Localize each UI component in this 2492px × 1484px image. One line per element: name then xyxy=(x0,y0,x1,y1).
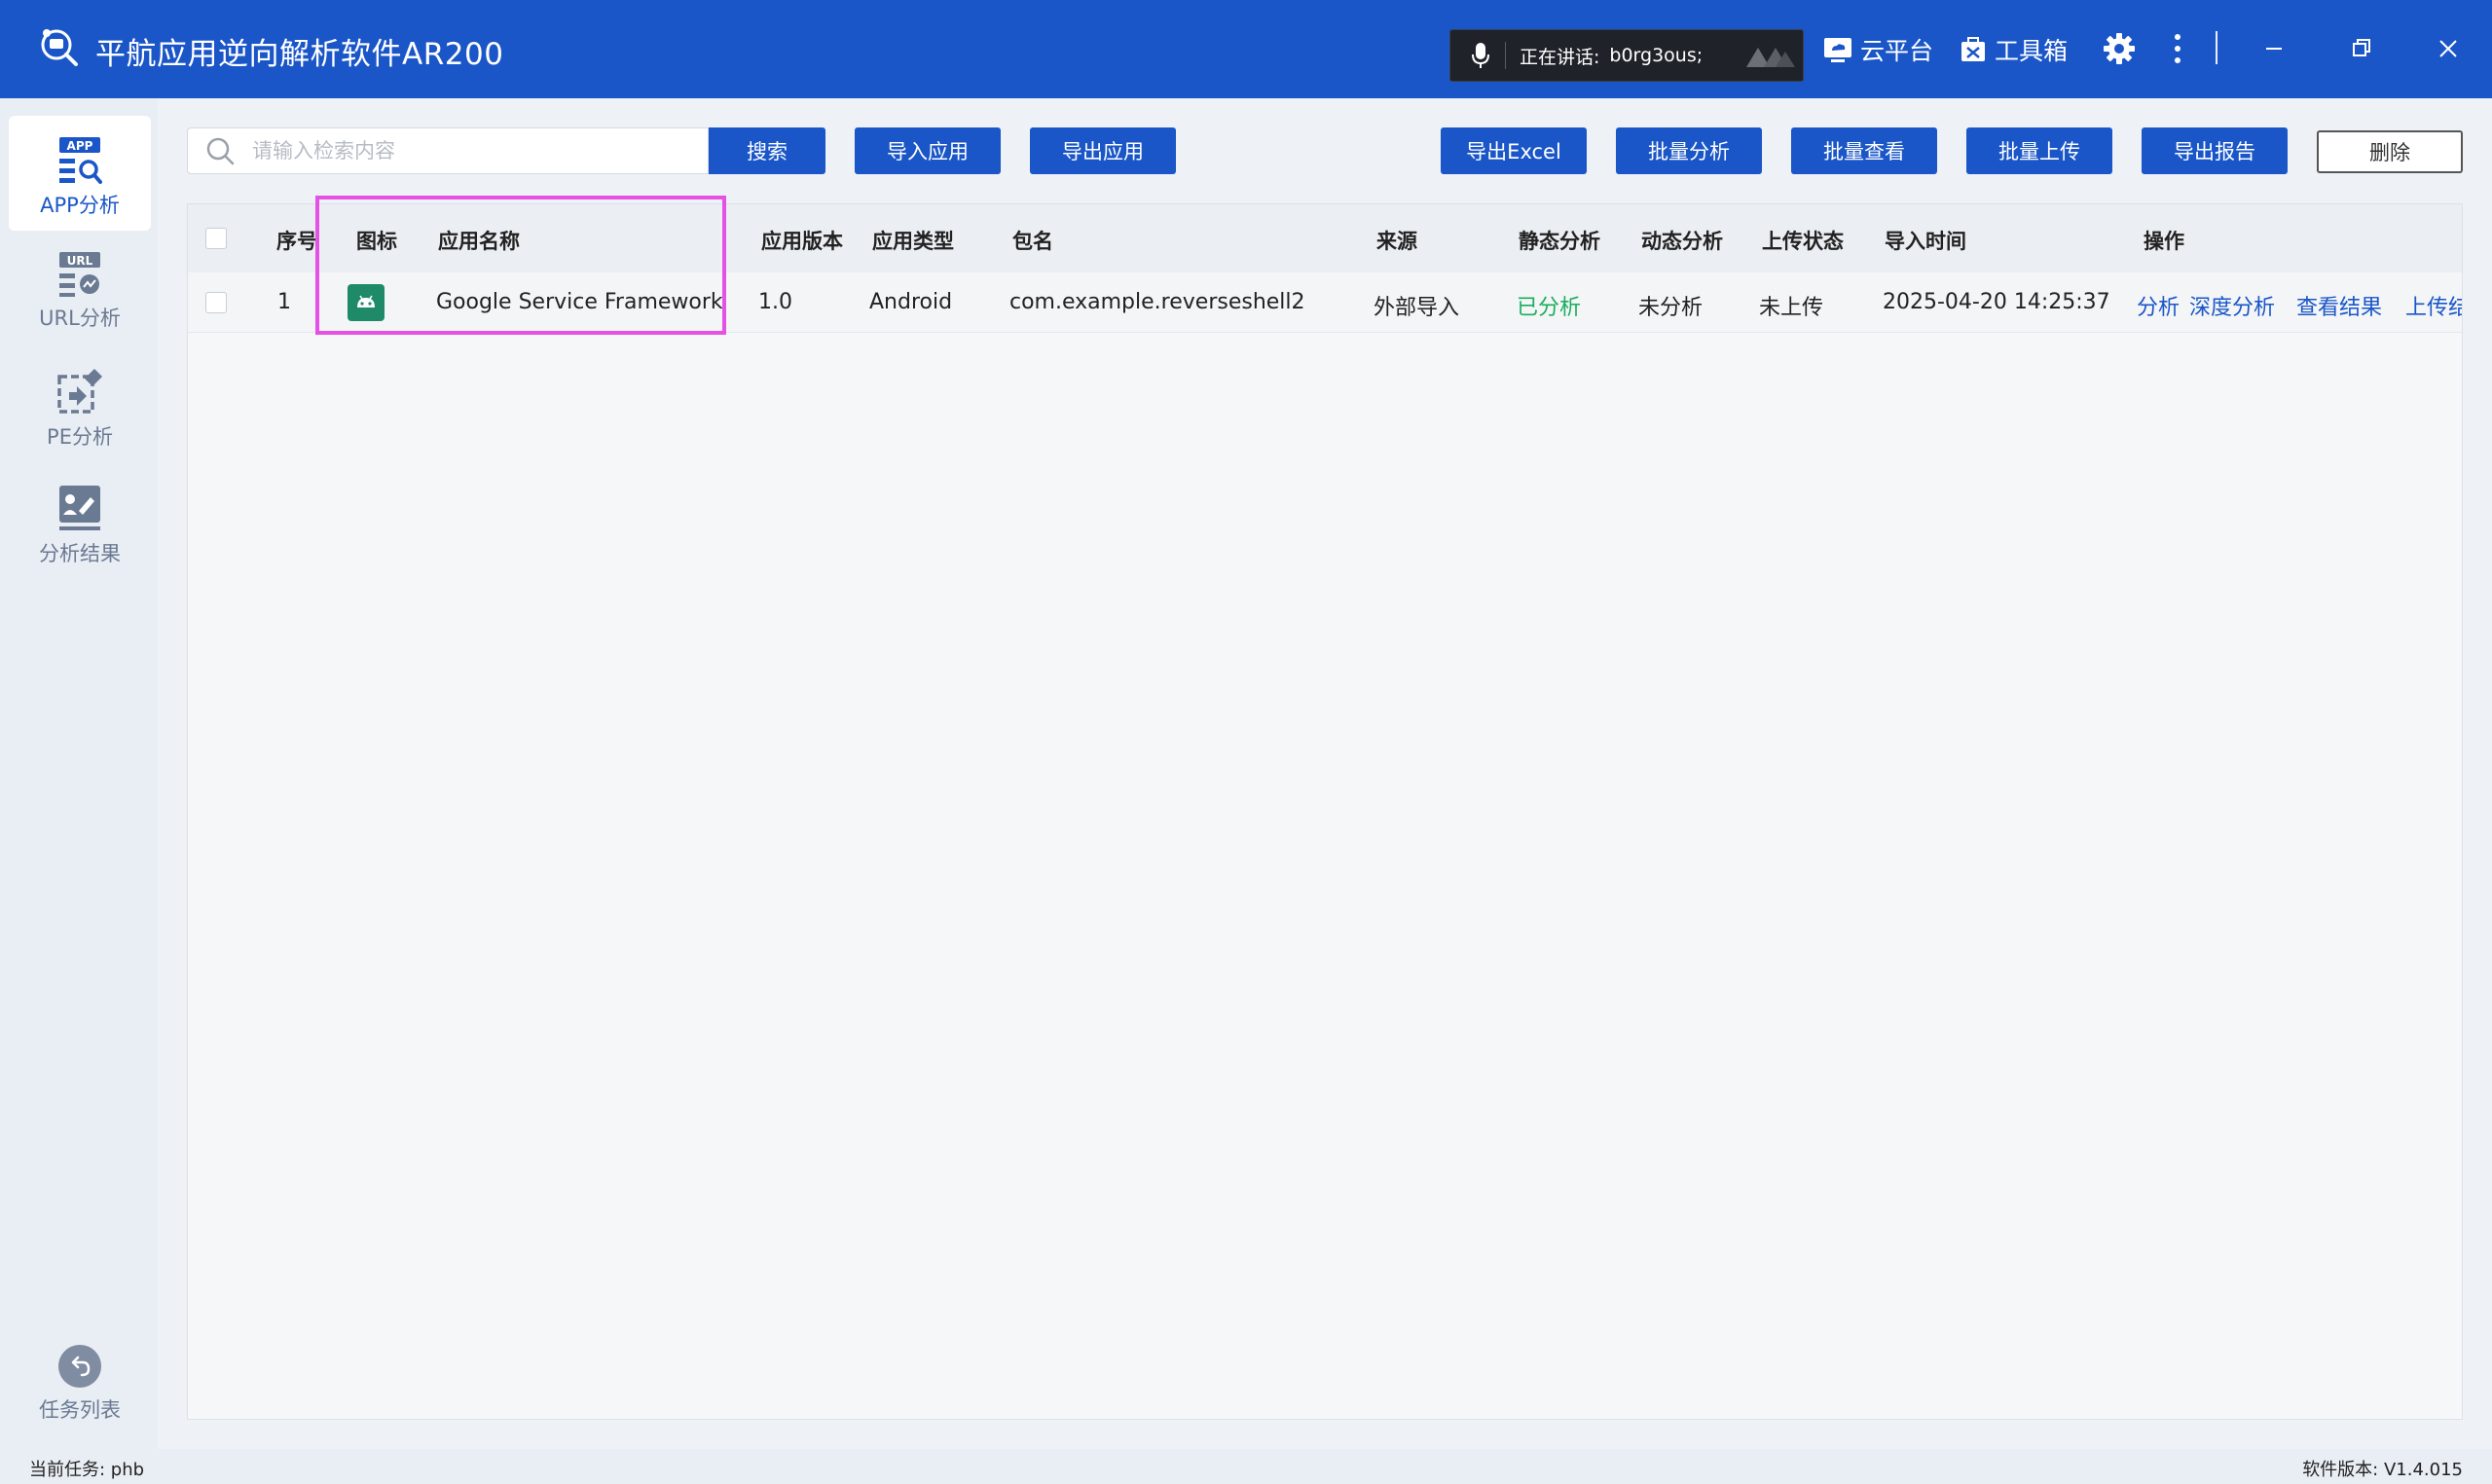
highlight-annotation-box xyxy=(315,196,726,335)
search-button[interactable]: 搜索 xyxy=(709,127,825,174)
sidebar-label-app-analysis: APP分析 xyxy=(40,194,120,217)
sidebar-label-task-list: 任务列表 xyxy=(39,1398,121,1422)
search-icon xyxy=(206,137,235,165)
sidebar-label-analysis-result: 分析结果 xyxy=(39,542,121,565)
app-table: 序号 图标 应用名称 应用版本 应用类型 包名 来源 静态分析 动态分析 上传状… xyxy=(187,203,2463,1420)
settings-gear-icon[interactable] xyxy=(2103,32,2136,65)
row-dynamic-status: 未分析 xyxy=(1638,296,1704,320)
pe-analysis-icon xyxy=(57,369,102,414)
sidebar-label-url-analysis: URL分析 xyxy=(39,307,121,330)
minimize-icon[interactable] xyxy=(2254,29,2293,68)
header-package: 包名 xyxy=(1012,230,1053,253)
row-source: 外部导入 xyxy=(1374,296,1460,320)
header-app-type: 应用类型 xyxy=(872,230,954,253)
row-static-status: 已分析 xyxy=(1517,296,1582,320)
header-actions: 操作 xyxy=(2144,230,2184,253)
row-index: 1 xyxy=(277,290,291,314)
export-excel-button[interactable]: 导出Excel xyxy=(1441,127,1587,174)
toolbox-link[interactable]: 工具箱 xyxy=(1960,32,2068,67)
batch-analyze-button[interactable]: 批量分析 xyxy=(1616,127,1762,174)
header-source: 来源 xyxy=(1376,230,1417,253)
sidebar-item-pe-analysis[interactable]: PE分析 xyxy=(9,369,151,466)
sidebar: APP APP分析 URL URL分析 PE分析 分析结果 任务列表 xyxy=(0,98,158,1449)
svg-text:APP: APP xyxy=(67,139,93,153)
import-app-button[interactable]: 导入应用 xyxy=(855,127,1001,174)
action-upload-link[interactable]: 上传结 xyxy=(2405,290,2462,321)
voice-chat-indicator[interactable]: 正在讲话: b0rg3ous; xyxy=(1449,29,1804,82)
microphone-icon xyxy=(1472,43,1489,68)
sidebar-label-pe-analysis: PE分析 xyxy=(47,425,113,449)
restore-icon[interactable] xyxy=(2342,29,2381,68)
software-version-text: 软件版本: V1.4.015 xyxy=(2302,1460,2463,1480)
row-checkbox[interactable] xyxy=(205,292,227,313)
titlebar-divider xyxy=(2216,31,2217,64)
export-report-button[interactable]: 导出报告 xyxy=(2142,127,2288,174)
batch-upload-button[interactable]: 批量上传 xyxy=(1966,127,2112,174)
analysis-result-icon xyxy=(59,486,100,530)
row-upload-status: 未上传 xyxy=(1759,296,1824,320)
action-deep-analyze-link[interactable]: 深度分析 xyxy=(2189,290,2275,321)
select-all-checkbox[interactable] xyxy=(205,228,227,249)
header-static-analysis: 静态分析 xyxy=(1519,230,1600,253)
delete-button[interactable]: 删除 xyxy=(2317,130,2463,173)
batch-view-button[interactable]: 批量查看 xyxy=(1791,127,1937,174)
header-app-version: 应用版本 xyxy=(761,230,843,253)
sidebar-item-url-analysis[interactable]: URL URL分析 xyxy=(9,252,151,349)
cloud-platform-link[interactable]: 云平台 xyxy=(1823,32,1933,67)
header-upload-status: 上传状态 xyxy=(1762,230,1844,253)
cloud-platform-icon xyxy=(1824,38,1851,62)
row-app-type: Android xyxy=(869,290,953,314)
more-menu-icon[interactable] xyxy=(2173,32,2182,65)
action-analyze-link[interactable]: 分析 xyxy=(2137,290,2180,321)
voice-separator xyxy=(1505,42,1506,69)
row-package: com.example.reverseshell2 xyxy=(1009,290,1305,314)
toolbox-icon xyxy=(1961,37,1985,61)
svg-text:URL: URL xyxy=(67,254,93,268)
row-import-time: 2025-04-20 14:25:37 xyxy=(1883,290,2110,314)
url-analysis-icon: URL xyxy=(59,252,100,297)
app-title: 平航应用逆向解析软件AR200 xyxy=(95,37,504,72)
row-app-version: 1.0 xyxy=(758,290,792,314)
toolbox-label: 工具箱 xyxy=(1995,37,2069,65)
voice-decoration-icon xyxy=(1746,48,1795,67)
app-analysis-icon: APP xyxy=(59,137,102,184)
app-logo-icon xyxy=(41,29,78,66)
action-view-result-link[interactable]: 查看结果 xyxy=(2296,290,2382,321)
header-dynamic-analysis: 动态分析 xyxy=(1641,230,1723,253)
search-input[interactable] xyxy=(252,139,680,163)
title-bar: 平航应用逆向解析软件AR200 正在讲话: b0rg3ous; 云平台 工具箱 xyxy=(0,0,2492,98)
search-box xyxy=(187,127,709,174)
sidebar-item-task-list[interactable]: 任务列表 xyxy=(9,1344,151,1441)
current-task-text: 当前任务: phb xyxy=(29,1460,145,1480)
header-import-time: 导入时间 xyxy=(1885,230,1966,253)
sidebar-item-analysis-result[interactable]: 分析结果 xyxy=(9,486,151,583)
header-index: 序号 xyxy=(276,230,317,253)
sidebar-item-app-analysis[interactable]: APP APP分析 xyxy=(9,116,151,231)
close-icon[interactable] xyxy=(2429,29,2468,68)
task-list-icon xyxy=(58,1345,101,1388)
export-app-button[interactable]: 导出应用 xyxy=(1030,127,1176,174)
status-bar: 当前任务: phb 软件版本: V1.4.015 xyxy=(0,1449,2492,1484)
cloud-platform-label: 云平台 xyxy=(1860,37,1934,65)
speaking-label: 正在讲话: xyxy=(1520,46,1600,68)
speaking-user: b0rg3ous; xyxy=(1609,45,1704,66)
